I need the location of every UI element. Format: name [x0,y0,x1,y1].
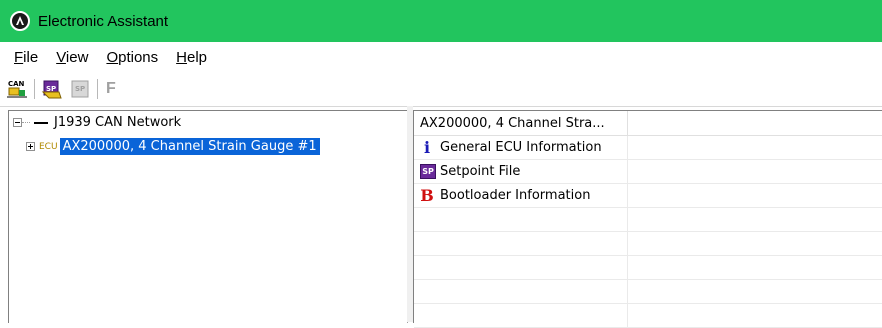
setpoint-icon: SP [420,164,436,179]
menu-bar: File View Options Help [0,42,882,72]
save-setpoint-button[interactable]: SP [69,78,91,100]
save-setpoint-icon: SP [71,80,89,98]
open-setpoint-button[interactable]: SP [41,78,63,100]
list-item-cell: i General ECU Information [414,136,628,159]
flash-button[interactable]: F [106,80,116,98]
can-network-button[interactable]: CAN [6,78,28,100]
network-line-icon [34,121,48,124]
collapse-icon[interactable] [13,118,22,127]
menu-file[interactable]: File [14,49,38,66]
window-title: Electronic Assistant [38,12,169,30]
tree-node-network[interactable]: J1939 CAN Network [13,115,181,130]
toolbar-separator [97,79,98,99]
list-item-cell: SP Setpoint File [414,160,628,183]
menu-view[interactable]: View [56,49,88,66]
empty-cell [414,208,628,231]
svg-text:CAN: CAN [8,80,25,88]
list-item-label: Bootloader Information [440,188,591,203]
empty-cell [414,280,628,303]
empty-cell [414,232,628,255]
can-network-icon: CAN [7,80,27,98]
empty-cell [414,256,628,279]
tree-node-network-label: J1939 CAN Network [54,115,182,130]
list-item-blank [628,136,882,159]
empty-cell [414,304,628,327]
empty-row [414,256,882,280]
empty-row [414,232,882,256]
svg-text:SP: SP [75,85,85,93]
title-bar: Electronic Assistant [0,0,882,42]
list-item[interactable]: SP Setpoint File [414,160,882,184]
list-item-label: Setpoint File [440,164,521,179]
ecu-icon: ECU [39,141,58,152]
app-logo-icon [10,11,30,31]
list-header: AX200000, 4 Channel Stra... [414,111,882,136]
list-item[interactable]: B Bootloader Information [414,184,882,208]
empty-row [414,208,882,232]
toolbar-separator [34,79,35,99]
menu-help[interactable]: Help [176,49,207,66]
info-icon: i [423,138,431,157]
bootloader-icon: B [420,186,434,205]
list-item-cell: B Bootloader Information [414,184,628,207]
open-setpoint-icon: SP [41,80,62,99]
list-item-blank [628,184,882,207]
tree-node-ecu[interactable]: ECU AX200000, 4 Channel Strain Gauge #1 [26,138,320,155]
empty-row [414,304,882,328]
ecu-detail-list[interactable]: AX200000, 4 Channel Stra... i General EC… [413,110,882,328]
list-item-blank [628,160,882,183]
list-item-label: General ECU Information [440,140,602,155]
network-tree[interactable]: J1939 CAN Network ECU AX200000, 4 Channe… [8,110,408,323]
menu-options[interactable]: Options [106,49,158,66]
toolbar: CAN SP SP F [0,72,882,107]
expand-icon[interactable] [26,142,35,151]
empty-row [414,280,882,304]
list-item[interactable]: i General ECU Information [414,136,882,160]
column-header[interactable]: AX200000, 4 Channel Stra... [414,111,628,135]
tree-node-ecu-label[interactable]: AX200000, 4 Channel Strain Gauge #1 [59,138,320,155]
column-header-empty [628,111,882,135]
